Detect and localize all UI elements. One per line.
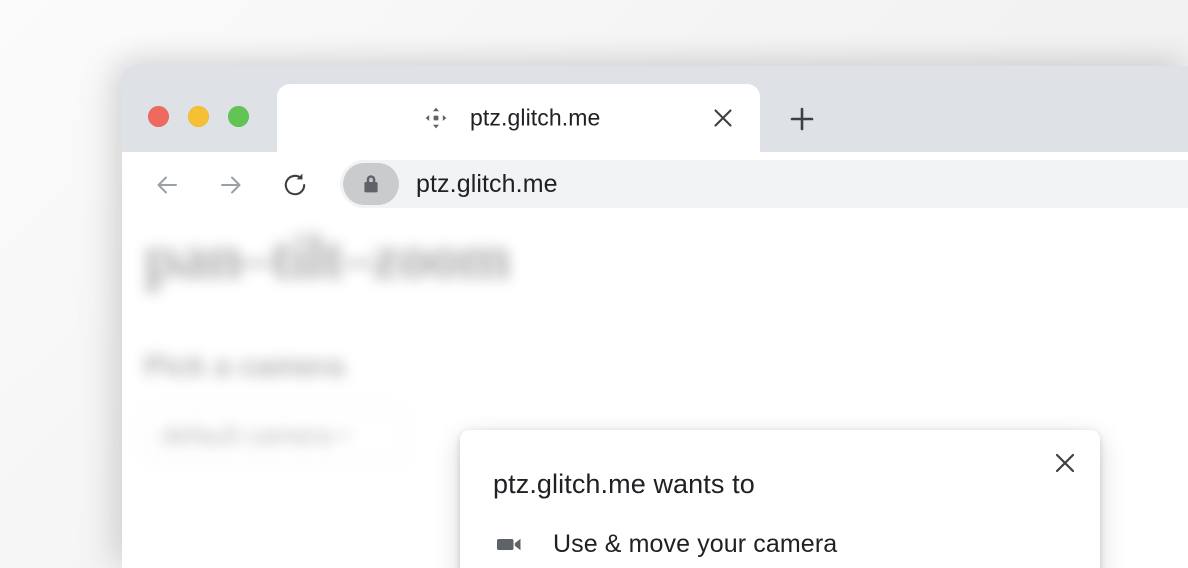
pan-tilt-zoom-arrows-icon — [423, 105, 449, 131]
site-info-button[interactable] — [343, 163, 399, 205]
camera-select-value: default camera — [161, 419, 333, 450]
new-tab-button[interactable] — [785, 102, 819, 136]
chevron-down-icon: ▾ — [340, 427, 350, 444]
window-controls — [148, 106, 249, 127]
video-camera-icon — [493, 528, 525, 560]
url-text: ptz.glitch.me — [416, 169, 558, 198]
screenshot-root: ptz.glitch.me ptz.glitch.me pan–tilt–zoo… — [0, 0, 1188, 568]
page-content-blurred: pan–tilt–zoom Pick a camera default came… — [144, 223, 511, 462]
camera-select[interactable]: default camera ▾ — [144, 408, 404, 462]
tab-strip: ptz.glitch.me — [122, 66, 1188, 152]
browser-tab-active[interactable]: ptz.glitch.me — [277, 84, 760, 152]
browser-window: ptz.glitch.me ptz.glitch.me pan–tilt–zoo… — [122, 66, 1188, 568]
page-title: pan–tilt–zoom — [144, 224, 511, 292]
tab-title: ptz.glitch.me — [470, 104, 601, 131]
tab-close-icon[interactable] — [708, 103, 738, 133]
permission-item: Use & move your camera — [493, 528, 837, 560]
reload-button[interactable] — [272, 162, 318, 208]
dialog-title: ptz.glitch.me wants to — [493, 469, 755, 499]
camera-permission-dialog: ptz.glitch.me wants to Use & move your c… — [460, 430, 1100, 568]
window-close-button[interactable] — [148, 106, 169, 127]
window-maximize-button[interactable] — [228, 106, 249, 127]
address-bar[interactable]: ptz.glitch.me — [340, 160, 1188, 208]
browser-toolbar: ptz.glitch.me — [122, 152, 1188, 217]
forward-button[interactable] — [208, 162, 254, 208]
back-button[interactable] — [144, 162, 190, 208]
page-content: pan–tilt–zoom Pick a camera default came… — [122, 217, 1188, 568]
window-minimize-button[interactable] — [188, 106, 209, 127]
permission-label: Use & move your camera — [553, 529, 838, 558]
dialog-close-icon[interactable] — [1048, 446, 1082, 480]
pick-a-camera-label: Pick a camera — [144, 350, 345, 383]
